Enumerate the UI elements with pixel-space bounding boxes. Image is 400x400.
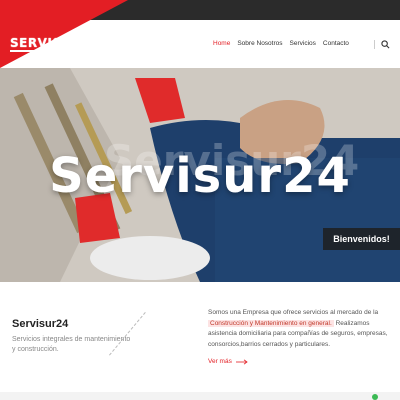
search-icon[interactable] [381, 40, 390, 49]
nav-home[interactable]: Home [213, 40, 230, 47]
logo-underline [10, 50, 62, 52]
ver-mas-link[interactable]: Ver más [208, 358, 248, 365]
about-description: Somos una Empresa que ofrece servicios a… [208, 308, 394, 350]
footer-strip [0, 392, 400, 400]
nav-servicios[interactable]: Servicios [290, 40, 316, 47]
hero-title: Servisur24 [49, 148, 351, 204]
nav-contacto[interactable]: Contacto [323, 40, 349, 47]
welcome-badge: Bienvenidos! [323, 228, 400, 250]
about-highlight: Construcción y Mantenimiento en general. [208, 319, 334, 327]
logo[interactable]: SERVISUR [10, 36, 81, 50]
chat-widget-icon[interactable] [372, 394, 378, 400]
about-subtitle: Servicios integrales de mantenimiento y … [12, 336, 131, 353]
ver-mas-label: Ver más [208, 358, 232, 365]
main-nav: Home Sobre Nosotros Servicios Contacto [213, 40, 356, 47]
nav-divider [374, 40, 375, 49]
logo-background [0, 0, 128, 68]
arrow-right-icon [235, 358, 248, 365]
about-title: Servisur24 [12, 318, 69, 330]
nav-sobre-nosotros[interactable]: Sobre Nosotros [237, 40, 282, 47]
about-text-intro: Somos una Empresa que ofrece servicios a… [208, 309, 379, 316]
